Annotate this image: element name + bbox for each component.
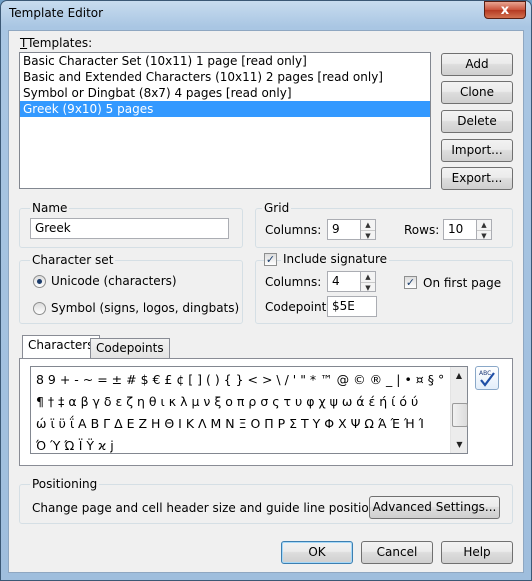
templates-list[interactable]: Basic Character Set (10x11) 1 page [read… (19, 52, 431, 189)
unicode-radio-label[interactable]: Unicode (characters) (51, 274, 177, 288)
help-button[interactable]: Help (441, 541, 513, 564)
advanced-settings-button[interactable]: Advanced Settings... (369, 496, 500, 519)
template-list-item[interactable]: Basic Character Set (10x11) 1 page [read… (20, 53, 430, 69)
spin-up-icon[interactable]: ▲ (361, 272, 375, 283)
characters-scrollbar[interactable]: ▲ ▼ (450, 367, 468, 453)
grid-label: Grid (262, 201, 292, 215)
grid-columns-field[interactable]: 9 (327, 219, 361, 240)
svg-text:ABC: ABC (479, 370, 491, 377)
scroll-down-icon[interactable]: ▼ (451, 436, 468, 453)
radio-dot-icon (37, 279, 42, 284)
template-list-item[interactable]: Greek (9x10) 5 pages (20, 101, 430, 117)
spin-down-icon[interactable]: ▼ (361, 283, 375, 293)
window-title: Template Editor (9, 6, 104, 20)
characters-line: Ό Ύ Ώ Ϊ Ϋ ϰ ϳ (36, 438, 114, 453)
export-button[interactable]: Export... (441, 167, 513, 190)
spin-down-icon[interactable]: ▼ (477, 231, 491, 241)
import-button[interactable]: Import... (441, 139, 513, 162)
spellcheck-button[interactable]: ABC (475, 366, 499, 390)
charset-label: Character set (30, 253, 116, 267)
template-list-item[interactable]: Basic and Extended Characters (10x11) 2 … (20, 69, 430, 85)
include-signature-checkbox[interactable]: ✓ (264, 253, 277, 266)
signature-columns-spinner[interactable]: ▲ ▼ (360, 271, 376, 292)
grid-columns-label: Columns: (265, 223, 322, 237)
positioning-text: Change page and cell header size and gui… (32, 501, 383, 515)
symbol-radio[interactable] (33, 302, 46, 315)
cancel-button[interactable]: Cancel (361, 541, 433, 564)
codepoint-field[interactable]: $5E (327, 296, 377, 317)
delete-button[interactable]: Delete (441, 110, 513, 133)
positioning-label: Positioning (30, 477, 100, 491)
clone-button[interactable]: Clone (441, 81, 513, 104)
tab-characters[interactable]: Characters (22, 335, 100, 359)
grid-rows-spinner[interactable]: ▲ ▼ (476, 219, 492, 240)
signature-columns-label: Columns: (265, 275, 322, 289)
name-label: Name (30, 201, 70, 215)
name-field[interactable]: Greek (30, 218, 229, 239)
template-list-item[interactable]: Symbol or Dingbat (8x7) 4 pages [read on… (20, 85, 430, 101)
grid-columns-spinner[interactable]: ▲ ▼ (360, 219, 376, 240)
scroll-up-icon[interactable]: ▲ (451, 367, 467, 384)
close-button[interactable]: x (484, 1, 526, 19)
characters-box[interactable]: 8 9 + - ~ = ± # $ € £ ¢ [ ] ( ) { } < > … (30, 366, 468, 454)
scroll-thumb[interactable] (452, 403, 468, 427)
signature-group (255, 260, 513, 324)
symbol-radio-label[interactable]: Symbol (signs, logos, dingbats) (51, 301, 239, 315)
characters-line: 8 9 + - ~ = ± # $ € £ ¢ [ ] ( ) { } < > … (36, 372, 445, 387)
spellcheck-icon: ABC (479, 370, 495, 387)
on-first-page-label[interactable]: On first page (423, 276, 501, 290)
spin-up-icon[interactable]: ▲ (477, 220, 491, 231)
templates-label: TTemplates: (20, 36, 93, 50)
signature-columns-field[interactable]: 4 (327, 271, 361, 292)
unicode-radio[interactable] (33, 275, 46, 288)
spin-up-icon[interactable]: ▲ (361, 220, 375, 231)
codepoint-label: Codepoint: (265, 300, 331, 314)
spin-down-icon[interactable]: ▼ (361, 231, 375, 241)
characters-line: ¶ † ‡ α β γ δ ε ζ η θ ι κ λ μ ν ξ ο π ρ … (36, 394, 419, 409)
tab-codepoints[interactable]: Codepoints (90, 338, 170, 359)
characters-line: ώ ϊ ϋ ΐ Α Β Γ Δ Ε Ζ Η Θ Ι Κ Λ Μ Ν Ξ Ο Π … (36, 416, 424, 431)
include-signature-label[interactable]: Include signature (281, 252, 390, 266)
add-button[interactable]: Add (441, 53, 513, 76)
grid-rows-label: Rows: (404, 223, 440, 237)
ok-button[interactable]: OK (281, 541, 353, 564)
grid-rows-field[interactable]: 10 (443, 219, 477, 240)
on-first-page-checkbox[interactable]: ✓ (404, 276, 417, 289)
